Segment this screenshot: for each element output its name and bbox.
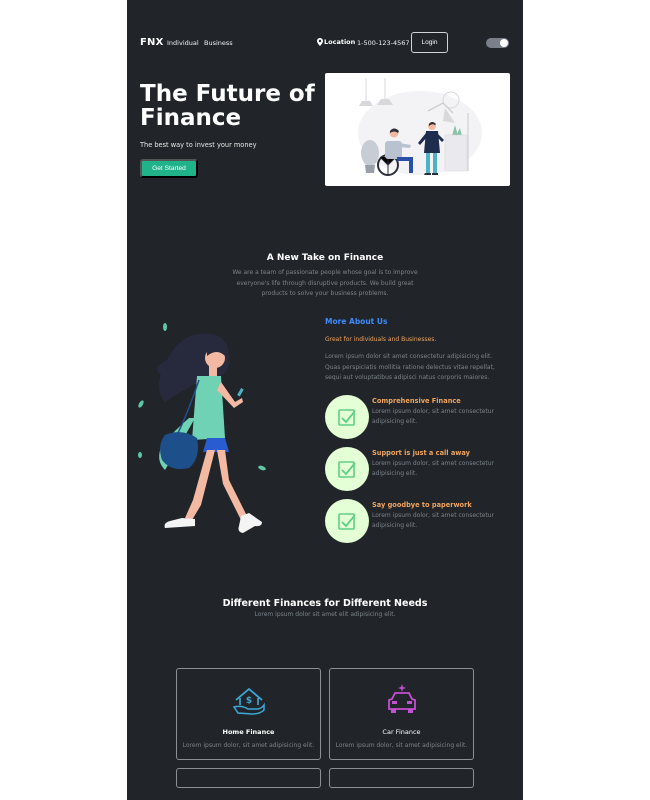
location-pin-icon [317,38,323,46]
svg-text:$: $ [245,696,251,706]
card-icon-wrap: $ [177,683,320,717]
nav-link-business[interactable]: Business [204,39,233,47]
card-icon-wrap [330,683,473,717]
card-title: Car Finance [382,728,421,736]
location-label: Location [324,38,356,46]
feature-support-call: Support is just a call away Lorem ipsum … [325,447,510,493]
meeting-illustration-icon [358,78,482,176]
login-button[interactable]: Login [411,32,448,53]
feature-check-badge [325,447,369,491]
about-text: Lorem ipsum dolor sit amet consectetur a… [325,353,495,381]
card-partial[interactable] [329,768,474,788]
about-tagline: Great for individuals and Businesses. [325,336,437,343]
hero-title: The Future of Finance [140,81,315,131]
feature-title: Comprehensive Finance [372,397,461,405]
card-text: Lorem ipsum dolor, sit amet adipisicing … [335,742,468,749]
brand-logo[interactable]: FNX [140,37,164,48]
feature-goodbye-paperwork: Say goodbye to paperwork Lorem ipsum dol… [325,499,510,545]
nav-location[interactable]: Location [317,38,355,46]
phone-number[interactable]: 1-500-123-4567 [357,39,410,47]
card-text: Lorem ipsum dolor, sit amet adipisicing … [182,742,315,749]
about-title: More About Us [325,317,388,326]
card-title: Home Finance [222,728,275,736]
feature-comprehensive-finance: Comprehensive Finance Lorem ipsum dolor,… [325,395,510,441]
take-text: We are a team of passionate people whose… [232,269,418,297]
nav-link-individual[interactable]: Individual [167,39,199,47]
hero-subtitle: The best way to invest your money [140,141,257,149]
home-finance-icon: $ [232,687,265,715]
feature-title: Support is just a call away [372,449,470,457]
feature-check-badge [325,499,369,543]
theme-toggle[interactable] [486,38,509,48]
card-car-finance[interactable]: Car Finance Lorem ipsum dolor, sit amet … [329,668,474,760]
needs-title: Different Finances for Different Needs [222,598,428,609]
check-square-icon [338,409,356,426]
feature-text: Lorem ipsum dolor, sit amet consectetur … [372,408,495,425]
take-title: A New Take on Finance [266,253,384,263]
check-square-icon [338,513,356,530]
check-square-icon [338,461,356,478]
feature-text: Lorem ipsum dolor, sit amet consectetur … [372,512,495,529]
get-started-button[interactable]: Get Started [140,159,198,178]
page: FNX Individual Business Location 1-500-1… [127,0,523,800]
hero-illustration [325,73,510,186]
woman-walking-icon [138,323,266,533]
card-home-finance[interactable]: $ Home Finance Lorem ipsum dolor, sit am… [176,668,321,760]
car-finance-icon [387,684,416,713]
feature-text: Lorem ipsum dolor, sit amet consectetur … [372,460,495,477]
feature-title: Say goodbye to paperwork [372,501,472,509]
walking-woman-illustration [137,320,277,545]
needs-subtitle: Lorem ipsum dolor sit amet elit adipisic… [254,611,396,618]
card-partial[interactable] [176,768,321,788]
toggle-knob [500,39,508,47]
feature-check-badge [325,395,369,439]
